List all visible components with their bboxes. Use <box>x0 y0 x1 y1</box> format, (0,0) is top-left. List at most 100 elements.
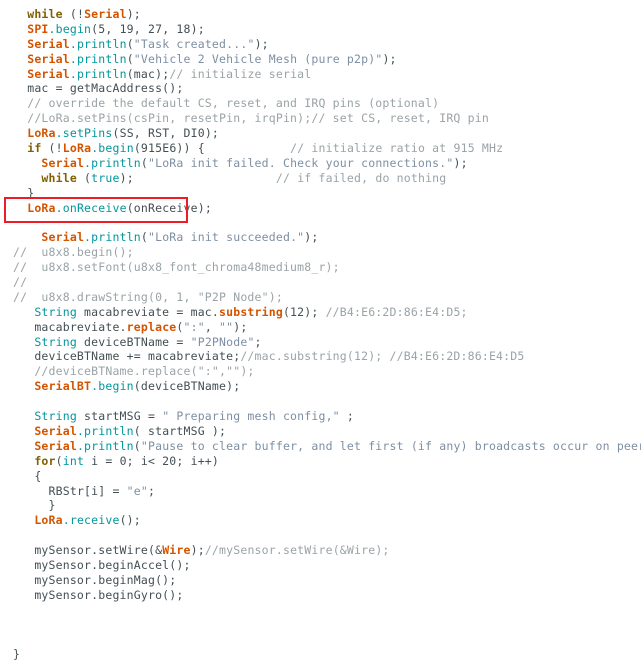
code-token-method: .println <box>84 230 141 245</box>
code-line: mySensor.beginMag(); <box>0 573 641 588</box>
code-token-method: .onReceive <box>55 200 127 215</box>
code-token-punct: ! <box>76 7 85 21</box>
code-line: // <box>0 275 641 290</box>
code-token-plain: mySensor.beginAccel(); <box>34 557 191 572</box>
code-line: Serial.println("Vehicle 2 Vehicle Mesh (… <box>0 52 641 67</box>
code-token-punct: ( <box>140 155 148 170</box>
code-token-string: "" <box>219 319 234 334</box>
code-token-comment: // u8x8.drawString(0, 1, "P2P Node"); <box>13 289 283 304</box>
code-line: mac = getMacAddress(); <box>0 81 641 96</box>
code-token-method: .println <box>69 36 127 51</box>
code-token-punct: ( <box>140 230 148 245</box>
code-token-object: Serial <box>41 155 85 170</box>
code-token-method: .begin <box>48 21 92 36</box>
code-token-object: LoRa <box>27 200 56 215</box>
code-line: Serial.println("LoRa init succeeded."); <box>0 230 641 245</box>
code-token-comment: // if failed, do nothing <box>275 170 447 185</box>
code-line: macabreviate.replace(":", ""); <box>0 320 641 335</box>
code-token-plain: mySensor.beginMag(); <box>34 572 177 587</box>
code-line: Serial.println("Pause to clear buffer, a… <box>0 439 641 454</box>
code-line: mySensor.setWire(&Wire);//mySensor.setWi… <box>0 543 641 558</box>
code-token-object: Serial <box>27 36 70 51</box>
code-line: LoRa.onReceive(onReceive); <box>0 201 641 216</box>
code-token-plain: mySensor.beginGyro(); <box>34 587 184 602</box>
code-token-object: Serial <box>41 230 85 245</box>
code-token-plain: (12); <box>282 304 326 319</box>
code-token-plain: } <box>27 185 35 200</box>
code-token-comment: //deviceBTName.replace(":",""); <box>34 364 255 379</box>
code-token-comment: // initialize ratio at 915 MHz <box>290 141 504 156</box>
code-token-method: .println <box>84 155 141 170</box>
code-token-object: SerialBT <box>34 379 92 394</box>
code-token-object: LoRa <box>27 126 56 141</box>
code-token-method: .println <box>69 66 127 81</box>
code-line: { <box>0 469 641 484</box>
code-token-plain: (deviceBTName); <box>133 379 241 394</box>
code-line: Serial.println("LoRa init failed. Check … <box>0 156 641 171</box>
code-token-type: int <box>62 453 85 468</box>
code-token-comment: //mySensor.setWire(&Wire); <box>204 543 390 558</box>
code-token-punct: , <box>204 319 220 334</box>
code-token-punct: ( <box>176 319 184 334</box>
code-token-string: " Preparing mesh config," <box>162 409 340 424</box>
code-token-plain: ); <box>190 543 205 558</box>
code-line: if (!LoRa.begin(915E6)) { // initialize … <box>0 141 641 156</box>
code-token-plain: (mac); <box>126 66 170 81</box>
code-line: mySensor.beginAccel(); <box>0 558 641 573</box>
code-token-punct: ( <box>62 7 77 21</box>
code-editor-pane[interactable]: while (!Serial); SPI.begin(5, 19, 27, 18… <box>0 0 641 661</box>
code-token-string: ":" <box>183 319 205 334</box>
code-token-punct: ! <box>55 141 63 156</box>
code-line: mySensor.beginGyro(); <box>0 588 641 603</box>
code-token-plain: macabreviate = mac. <box>76 304 220 319</box>
code-token-punct: ( <box>41 141 56 156</box>
code-token-plain: mySensor.setWire( <box>34 543 156 558</box>
code-token-object: LoRa <box>62 141 92 156</box>
code-token-punct: ); <box>119 170 134 185</box>
code-line: // u8x8.begin(); <box>0 245 641 260</box>
code-token-plain: mac = getMacAddress(); <box>27 81 184 96</box>
code-token-object: LoRa <box>34 513 63 528</box>
code-token-object: substring <box>219 304 283 319</box>
code-token-punct: ; <box>254 334 262 349</box>
code-token-comment: // initialize serial <box>169 66 312 81</box>
code-token-method: .println <box>69 51 127 66</box>
code-line: String macabreviate = mac.substring(12);… <box>0 305 641 320</box>
code-line: LoRa.setPins(SS, RST, DI0); <box>0 126 641 141</box>
code-token-string: "Vehicle 2 Vehicle Mesh (pure p2p)" <box>133 51 383 66</box>
code-token-method: .setPins <box>55 126 113 141</box>
code-token-type: String <box>34 334 77 349</box>
code-token-type: String <box>34 304 77 319</box>
code-line-list: while (!Serial); SPI.begin(5, 19, 27, 18… <box>0 7 641 662</box>
code-token-punct: ); <box>126 7 141 21</box>
code-token-keyword: while <box>27 7 63 21</box>
code-token-punct: ( <box>55 453 63 468</box>
code-token-plain: startMSG = <box>76 409 163 424</box>
code-token-string: "e" <box>126 483 148 498</box>
code-token-string: "Pause to clear buffer, and let first (i… <box>140 438 641 453</box>
code-token-plain: (915E6)) { <box>133 141 205 156</box>
code-token-method: .begin <box>91 379 134 394</box>
code-token-plain: ( startMSG ); <box>133 423 227 438</box>
code-token-literal: true <box>91 170 120 185</box>
